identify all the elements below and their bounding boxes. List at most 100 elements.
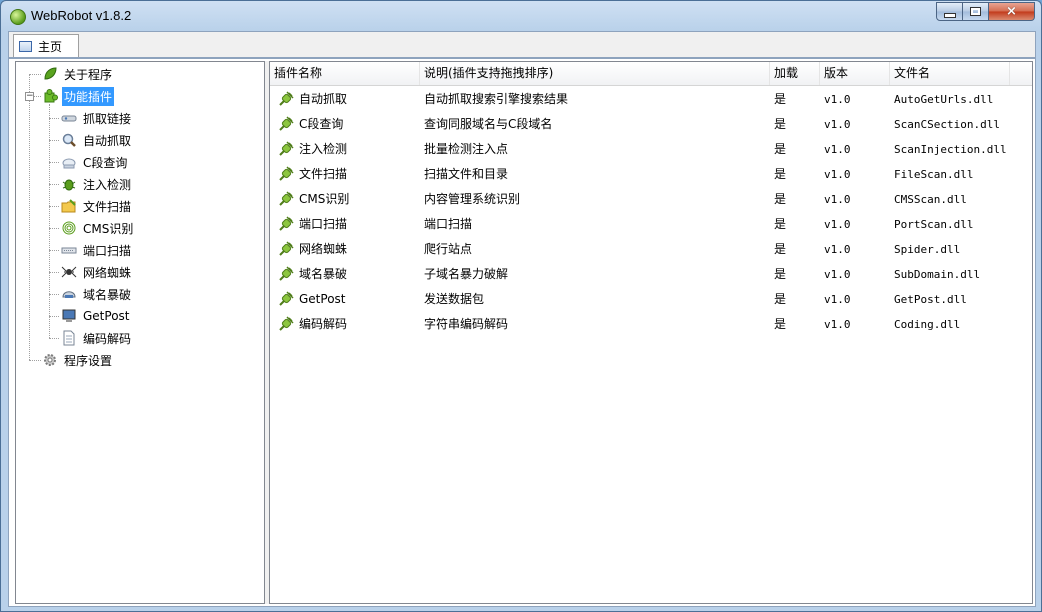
column-header[interactable]: 版本 [820, 62, 890, 85]
tree-line-settings [29, 360, 41, 361]
table-row[interactable]: 自动抓取 自动抓取搜索引擎搜索结果 是 v1.0 AutoGetUrls.dll [270, 87, 1032, 112]
tree-item-plugin[interactable]: 端口扫描 [61, 240, 133, 260]
tree-line-child [49, 118, 59, 119]
tree-line-child [49, 294, 59, 295]
table-row[interactable]: GetPost 发送数据包 是 v1.0 GetPost.dll [270, 287, 1032, 312]
plugin-version-cell: v1.0 [824, 93, 851, 106]
link-icon [61, 115, 77, 122]
document-icon-wrap [61, 330, 77, 346]
tree-item-plugin-label: 域名暴破 [83, 287, 132, 302]
tree-item-plugin-label: 编码解码 [83, 331, 132, 346]
plugin-loaded-cell: 是 [774, 142, 787, 156]
title-bar[interactable]: WebRobot v1.8.2 × [1, 1, 1041, 31]
tree-item-plugin[interactable]: GetPost [61, 306, 132, 326]
tree-item-plugin[interactable]: 抓取链接 [61, 108, 133, 128]
magnifier-icon-wrap [61, 132, 77, 148]
plugin-icon-wrap [278, 291, 294, 310]
table-row[interactable]: 网络蜘蛛 爬行站点 是 v1.0 Spider.dll [270, 237, 1032, 262]
plugin-version-cell: v1.0 [824, 268, 851, 281]
tree-line-root [29, 74, 30, 360]
table-row[interactable]: CMS识别 内容管理系统识别 是 v1.0 CMSScan.dll [270, 187, 1032, 212]
tree-item-plugin[interactable]: 文件扫描 [61, 196, 133, 216]
plugin-name-cell: 文件扫描 [299, 167, 348, 181]
plugin-icon [279, 116, 294, 131]
plugin-name-cell: 端口扫描 [299, 217, 348, 231]
tree-collapse-toggle[interactable]: − [25, 92, 34, 101]
spider-icon [61, 266, 77, 278]
tree-item-plugin[interactable]: 自动抓取 [61, 130, 133, 150]
tree-line-child [49, 206, 59, 207]
table-row[interactable]: 端口扫描 端口扫描 是 v1.0 PortScan.dll [270, 212, 1032, 237]
tree-item-plugin[interactable]: C段查询 [61, 152, 129, 172]
navigation-tree[interactable]: − 关于程序功能插件 抓取链接自动抓取 C段查询注入检测文件扫描 CMS识别 端口扫描 网络… [15, 61, 265, 604]
app-window: WebRobot v1.8.2 × 主页 − 关于程序功能插件 抓取链接自动抓取 C段… [0, 0, 1042, 612]
plugin-table[interactable]: 插件名称 说明(插件支持拖拽排序) 加载 版本 文件名 自动抓取 自动抓取搜索引擎搜索结果… [269, 61, 1033, 604]
puzzle-icon-wrap [42, 88, 58, 104]
tree-item-plugin-label: C段查询 [83, 155, 128, 170]
document-icon [63, 330, 75, 346]
plugin-loaded-cell: 是 [774, 92, 787, 106]
cloud-icon [62, 158, 76, 169]
bug-icon [62, 179, 76, 191]
tree-line-child [49, 250, 59, 251]
plugin-name-cell: 注入检测 [299, 142, 348, 156]
plugin-loaded-cell: 是 [774, 117, 787, 131]
plugin-version-cell: v1.0 [824, 243, 851, 256]
plugin-icon-wrap [278, 266, 294, 285]
plugin-icon [279, 166, 294, 181]
tree-item-plugin[interactable]: 注入检测 [61, 174, 133, 194]
tree-item-plugin[interactable]: 网络蜘蛛 [61, 262, 133, 282]
plugin-file-cell: FileScan.dll [894, 168, 974, 181]
tree-item-plugin[interactable]: 编码解码 [61, 328, 133, 348]
minimize-icon [943, 12, 956, 18]
plugin-icon [279, 316, 294, 331]
plugin-icon-wrap [278, 116, 294, 135]
maximize-button[interactable] [963, 2, 989, 21]
home-tab-icon [19, 40, 32, 52]
plugin-icon [279, 216, 294, 231]
table-header: 插件名称 说明(插件支持拖拽排序) 加载 版本 文件名 [270, 62, 1032, 86]
column-header[interactable]: 加载 [770, 62, 820, 85]
tree-item-settings[interactable]: 程序设置 [42, 350, 114, 370]
fingerprint-icon [62, 221, 76, 235]
plugin-desc-cell: 字符串编码解码 [424, 317, 509, 331]
plugin-version-cell: v1.0 [824, 318, 851, 331]
column-header[interactable]: 说明(插件支持拖拽排序) [420, 62, 770, 85]
tab-home[interactable]: 主页 [13, 34, 79, 57]
tree-line-about [29, 74, 41, 75]
monitor-icon [62, 309, 76, 322]
column-header[interactable]: 插件名称 [270, 62, 420, 85]
table-row[interactable]: 域名暴破 子域名暴力破解 是 v1.0 SubDomain.dll [270, 262, 1032, 287]
plugin-file-cell: AutoGetUrls.dll [894, 93, 994, 106]
table-row[interactable]: C段查询 查询同服域名与C段域名 是 v1.0 ScanCSection.dll [270, 112, 1032, 137]
tab-strip: 主页 [8, 31, 1036, 58]
tree-item-plugin[interactable]: 域名暴破 [61, 284, 133, 304]
window-title: WebRobot v1.8.2 [31, 8, 132, 23]
plugin-icon-wrap [278, 191, 294, 210]
content-area: − 关于程序 功能插件 抓取链接 自动抓取 C段查询 注入检测 文件扫描 CMS识别 端口扫描 网络… [8, 58, 1036, 607]
plugin-desc-cell: 端口扫描 [424, 217, 473, 231]
table-row[interactable]: 编码解码 字符串编码解码 是 v1.0 Coding.dll [270, 312, 1032, 337]
tree-item-plugin[interactable]: CMS识别 [61, 218, 135, 238]
plugin-version-cell: v1.0 [824, 118, 851, 131]
table-row[interactable]: 文件扫描 扫描文件和目录 是 v1.0 FileScan.dll [270, 162, 1032, 187]
tree-item-plugin-label: 自动抓取 [83, 133, 132, 148]
plugin-file-cell: ScanInjection.dll [894, 143, 1007, 156]
minimize-button[interactable] [936, 2, 963, 21]
maximize-icon [970, 7, 981, 16]
tree-line-child [49, 272, 59, 273]
close-button[interactable]: × [989, 2, 1035, 21]
tree-item-about-label: 关于程序 [64, 67, 113, 82]
plugin-version-cell: v1.0 [824, 143, 851, 156]
column-header[interactable]: 文件名 [890, 62, 1010, 85]
plugin-file-cell: GetPost.dll [894, 293, 967, 306]
plugin-icon-wrap [278, 141, 294, 160]
tree-item-plugins[interactable]: 功能插件 [42, 86, 115, 106]
tree-item-about[interactable]: 关于程序 [42, 64, 114, 84]
plugin-version-cell: v1.0 [824, 218, 851, 231]
table-row[interactable]: 注入检测 批量检测注入点 是 v1.0 ScanInjection.dll [270, 137, 1032, 162]
plugin-loaded-cell: 是 [774, 242, 787, 256]
app-logo-icon [10, 9, 26, 25]
tree-item-plugin-label: 文件扫描 [83, 199, 132, 214]
plugin-file-cell: Coding.dll [894, 318, 961, 331]
